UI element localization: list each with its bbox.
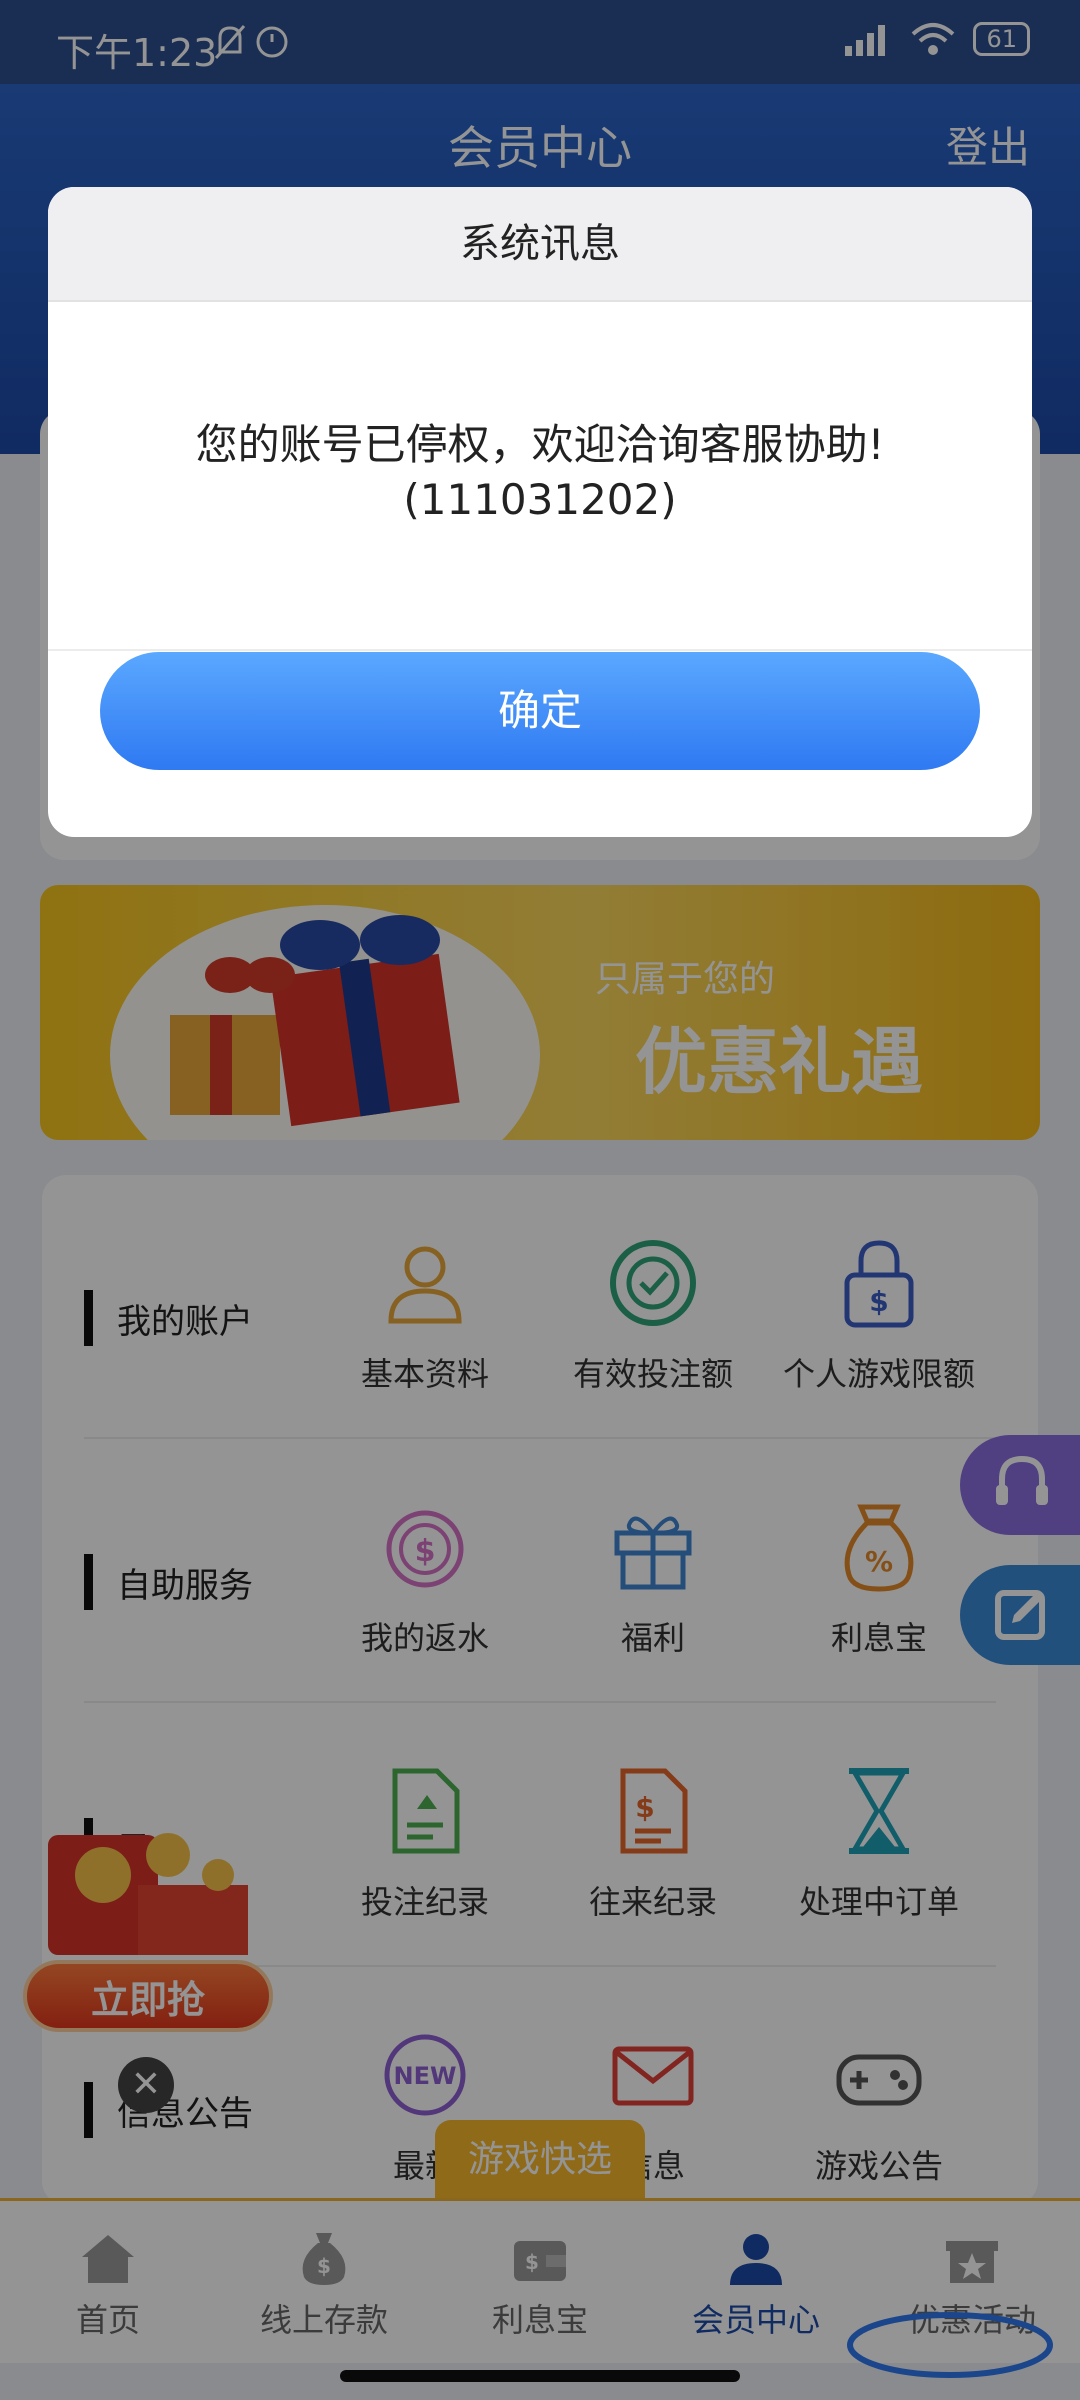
dialog-message-code: (111031202) (403, 475, 677, 524)
dialog-divider (48, 649, 1032, 651)
confirm-button[interactable]: 确定 (100, 652, 980, 770)
dialog-title: 系统讯息 (48, 187, 1032, 302)
dialog-message-line1: 您的账号已停权，欢迎洽询客服协助! (195, 420, 885, 469)
system-message-dialog: 系统讯息 您的账号已停权，欢迎洽询客服协助! (111031202) 确定 (48, 187, 1032, 837)
dialog-message: 您的账号已停权，欢迎洽询客服协助! (111031202) (48, 417, 1032, 527)
